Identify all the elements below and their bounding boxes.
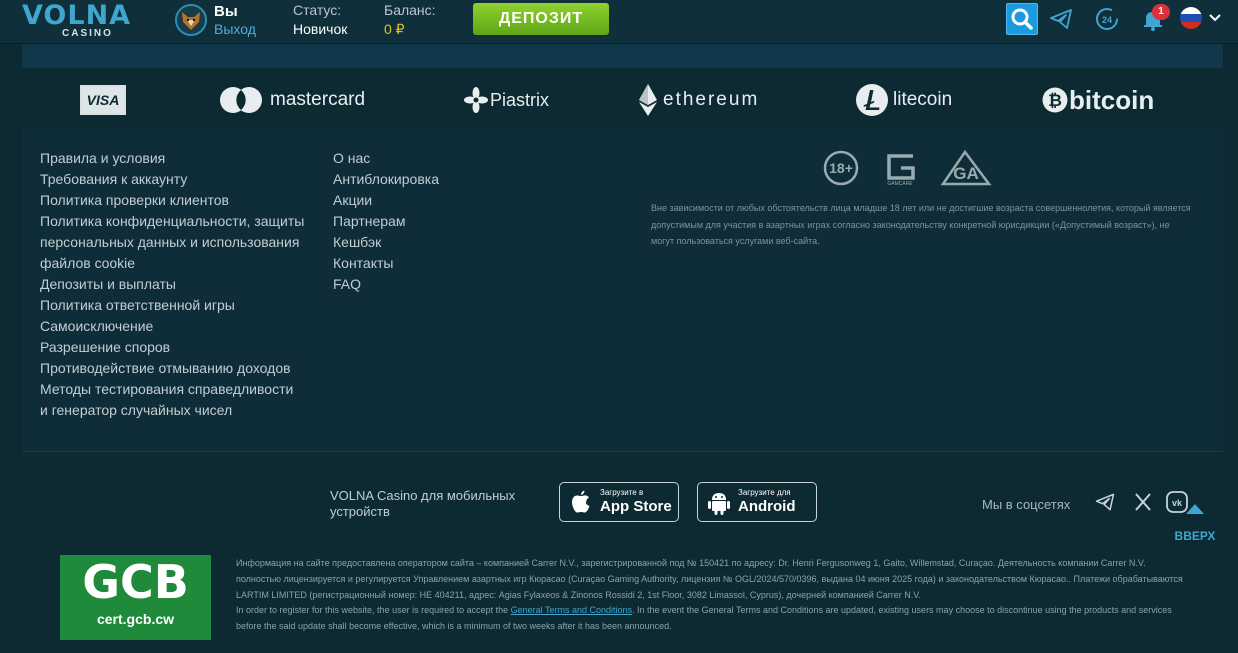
android-big-text: Android [738, 498, 796, 515]
social-telegram-button[interactable] [1094, 491, 1116, 513]
gcb-site: cert.gcb.cw [96, 611, 175, 627]
avatar[interactable] [175, 4, 207, 36]
social-label: Мы в соцсетях [982, 497, 1071, 512]
legal-p2-before: In order to register for this website, t… [236, 605, 511, 616]
gamcare-text: GAMCARE [887, 181, 913, 187]
x-icon [1135, 493, 1151, 511]
bitcoin-icon: ₿ [1042, 87, 1068, 113]
chevron-down-icon[interactable] [1208, 11, 1222, 25]
footer-link[interactable]: файлов cookie [40, 253, 304, 274]
litecoin-icon [856, 84, 888, 116]
app-store-button[interactable]: Загрузите в App Store [559, 482, 679, 522]
payment-methods: VISA mastercard Piastrix ethereum liteco… [22, 72, 1223, 128]
top-header: VOLNA CASINO Вы Выход Статус: Новичок Ба… [0, 0, 1238, 44]
fox-avatar-icon [182, 12, 200, 30]
footer-link[interactable]: Депозиты и выплаты [40, 274, 304, 295]
status-label: Статус: [293, 2, 342, 18]
bitcoin-text: bitcoin [1069, 84, 1155, 115]
ethereum-diamond-icon [639, 84, 657, 116]
telegram-icon [1095, 493, 1115, 511]
logo-word: VOLNA [22, 0, 132, 31]
telegram-icon [1050, 9, 1072, 29]
search-button[interactable] [1006, 3, 1038, 35]
footer-link[interactable]: Противодействие отмыванию доходов [40, 358, 304, 379]
svg-text:₿: ₿ [1048, 91, 1062, 111]
footer-link[interactable]: Требования к аккаунту [40, 169, 304, 190]
russia-flag-icon[interactable] [1180, 7, 1202, 29]
litecoin-logo: litecoin [855, 72, 952, 128]
age-18-icon[interactable]: 18+ [823, 150, 859, 186]
balance-value: 0 ₽ [384, 21, 405, 37]
piastrix-text: Piastrix [490, 89, 550, 110]
legal-text: Информация на сайте предоставлена операт… [236, 556, 1186, 635]
age-disclaimer: Вне зависимости от любых обстоятельств л… [651, 203, 1191, 246]
piastrix-logo: Piastrix [464, 72, 549, 128]
footer-link[interactable]: Политика ответственной игры [40, 295, 304, 316]
scroll-up-button[interactable]: ВВЕРХ [1169, 503, 1221, 543]
mastercard-circles-icon [220, 87, 262, 113]
logout-link[interactable]: Выход [214, 21, 256, 37]
footer-link[interactable]: Методы тестирования справедливости [40, 379, 304, 400]
android-icon [708, 493, 730, 515]
footer-link[interactable]: Правила и условия [40, 148, 304, 169]
top-strip [22, 44, 1223, 68]
app-store-small-text: Загрузите в [600, 488, 644, 497]
mastercard-logo: mastercard [217, 72, 365, 128]
app-store-big-text: App Store [600, 498, 672, 515]
apple-icon [572, 490, 590, 513]
arrow-up-icon [1186, 504, 1204, 514]
gamcare-icon[interactable]: GAMCARE [887, 154, 915, 187]
logo-sub: CASINO [62, 28, 113, 39]
footer-link[interactable]: Партнерам [333, 211, 439, 232]
ethereum-logo: ethereum [637, 72, 759, 128]
footer-links-right: О нас Антиблокировка Акции Партнерам Кеш… [333, 148, 439, 295]
legal-paragraph-2: In order to register for this website, t… [236, 603, 1186, 635]
bitcoin-logo: ₿ bitcoin [1042, 72, 1154, 128]
age-text: 18+ [829, 160, 853, 176]
ethereum-text: ethereum [663, 89, 760, 110]
support-button[interactable]: 24 [1094, 6, 1120, 32]
scroll-up-label: ВВЕРХ [1174, 529, 1216, 543]
footer-link[interactable]: Контакты [333, 253, 439, 274]
gcb-title: GCB [82, 555, 189, 609]
footer-link[interactable]: FAQ [333, 274, 439, 295]
footer-link[interactable]: Кешбэк [333, 232, 439, 253]
visa-logo: VISA [80, 72, 126, 128]
footer-link[interactable]: персональных данных и использования [40, 232, 304, 253]
footer-link[interactable]: Акции [333, 190, 439, 211]
notification-badge: 1 [1152, 4, 1170, 20]
android-button[interactable]: Загрузите для Android [697, 482, 817, 522]
footer-link[interactable]: и генератор случайных чисел [40, 400, 304, 421]
search-icon [1011, 8, 1033, 30]
visa-text: VISA [80, 85, 126, 115]
mastercard-text: mastercard [270, 89, 366, 110]
footer-link[interactable]: Самоисключение [40, 316, 304, 337]
social-x-button[interactable] [1132, 491, 1154, 513]
gambling-anonymous-icon[interactable]: GA [940, 149, 992, 186]
ga-text: GA [953, 164, 979, 183]
responsible-gaming-badges: 18+ GAMCARE GA [823, 149, 993, 190]
footer-link[interactable]: Разрешение споров [40, 337, 304, 358]
footer-links-left: Правила и условия Требования к аккаунту … [40, 148, 304, 421]
status-value: Новичок [293, 21, 348, 37]
legal-paragraph-1: Информация на сайте предоставлена операт… [236, 558, 1183, 600]
footer-link[interactable]: Политика проверки клиентов [40, 190, 304, 211]
mobile-apps-text: VOLNA Casino для мобильных устройств [330, 488, 516, 519]
footer-link[interactable]: О нас [333, 148, 439, 169]
telegram-header-button[interactable] [1048, 6, 1074, 32]
terms-link[interactable]: General Terms and Conditions [511, 605, 632, 615]
badges-svg: 18+ GAMCARE GA [823, 149, 992, 187]
android-small-text: Загрузите для [738, 488, 791, 497]
deposit-button[interactable]: ДЕПОЗИТ [473, 3, 609, 35]
support-24-text: 24 [1102, 15, 1112, 25]
user-name: Вы [214, 3, 238, 20]
piastrix-flower-icon [464, 87, 488, 113]
footer-link[interactable]: Антиблокировка [333, 169, 439, 190]
litecoin-text: litecoin [893, 89, 953, 110]
volna-logo[interactable]: VOLNA CASINO [22, 0, 134, 40]
footer-link[interactable]: Политика конфиденциальности, защиты [40, 211, 304, 232]
balance-label: Баланс: [384, 2, 436, 18]
gcb-license-badge[interactable]: GCB cert.gcb.cw [60, 555, 211, 640]
support-24-icon: 24 [1096, 8, 1118, 30]
